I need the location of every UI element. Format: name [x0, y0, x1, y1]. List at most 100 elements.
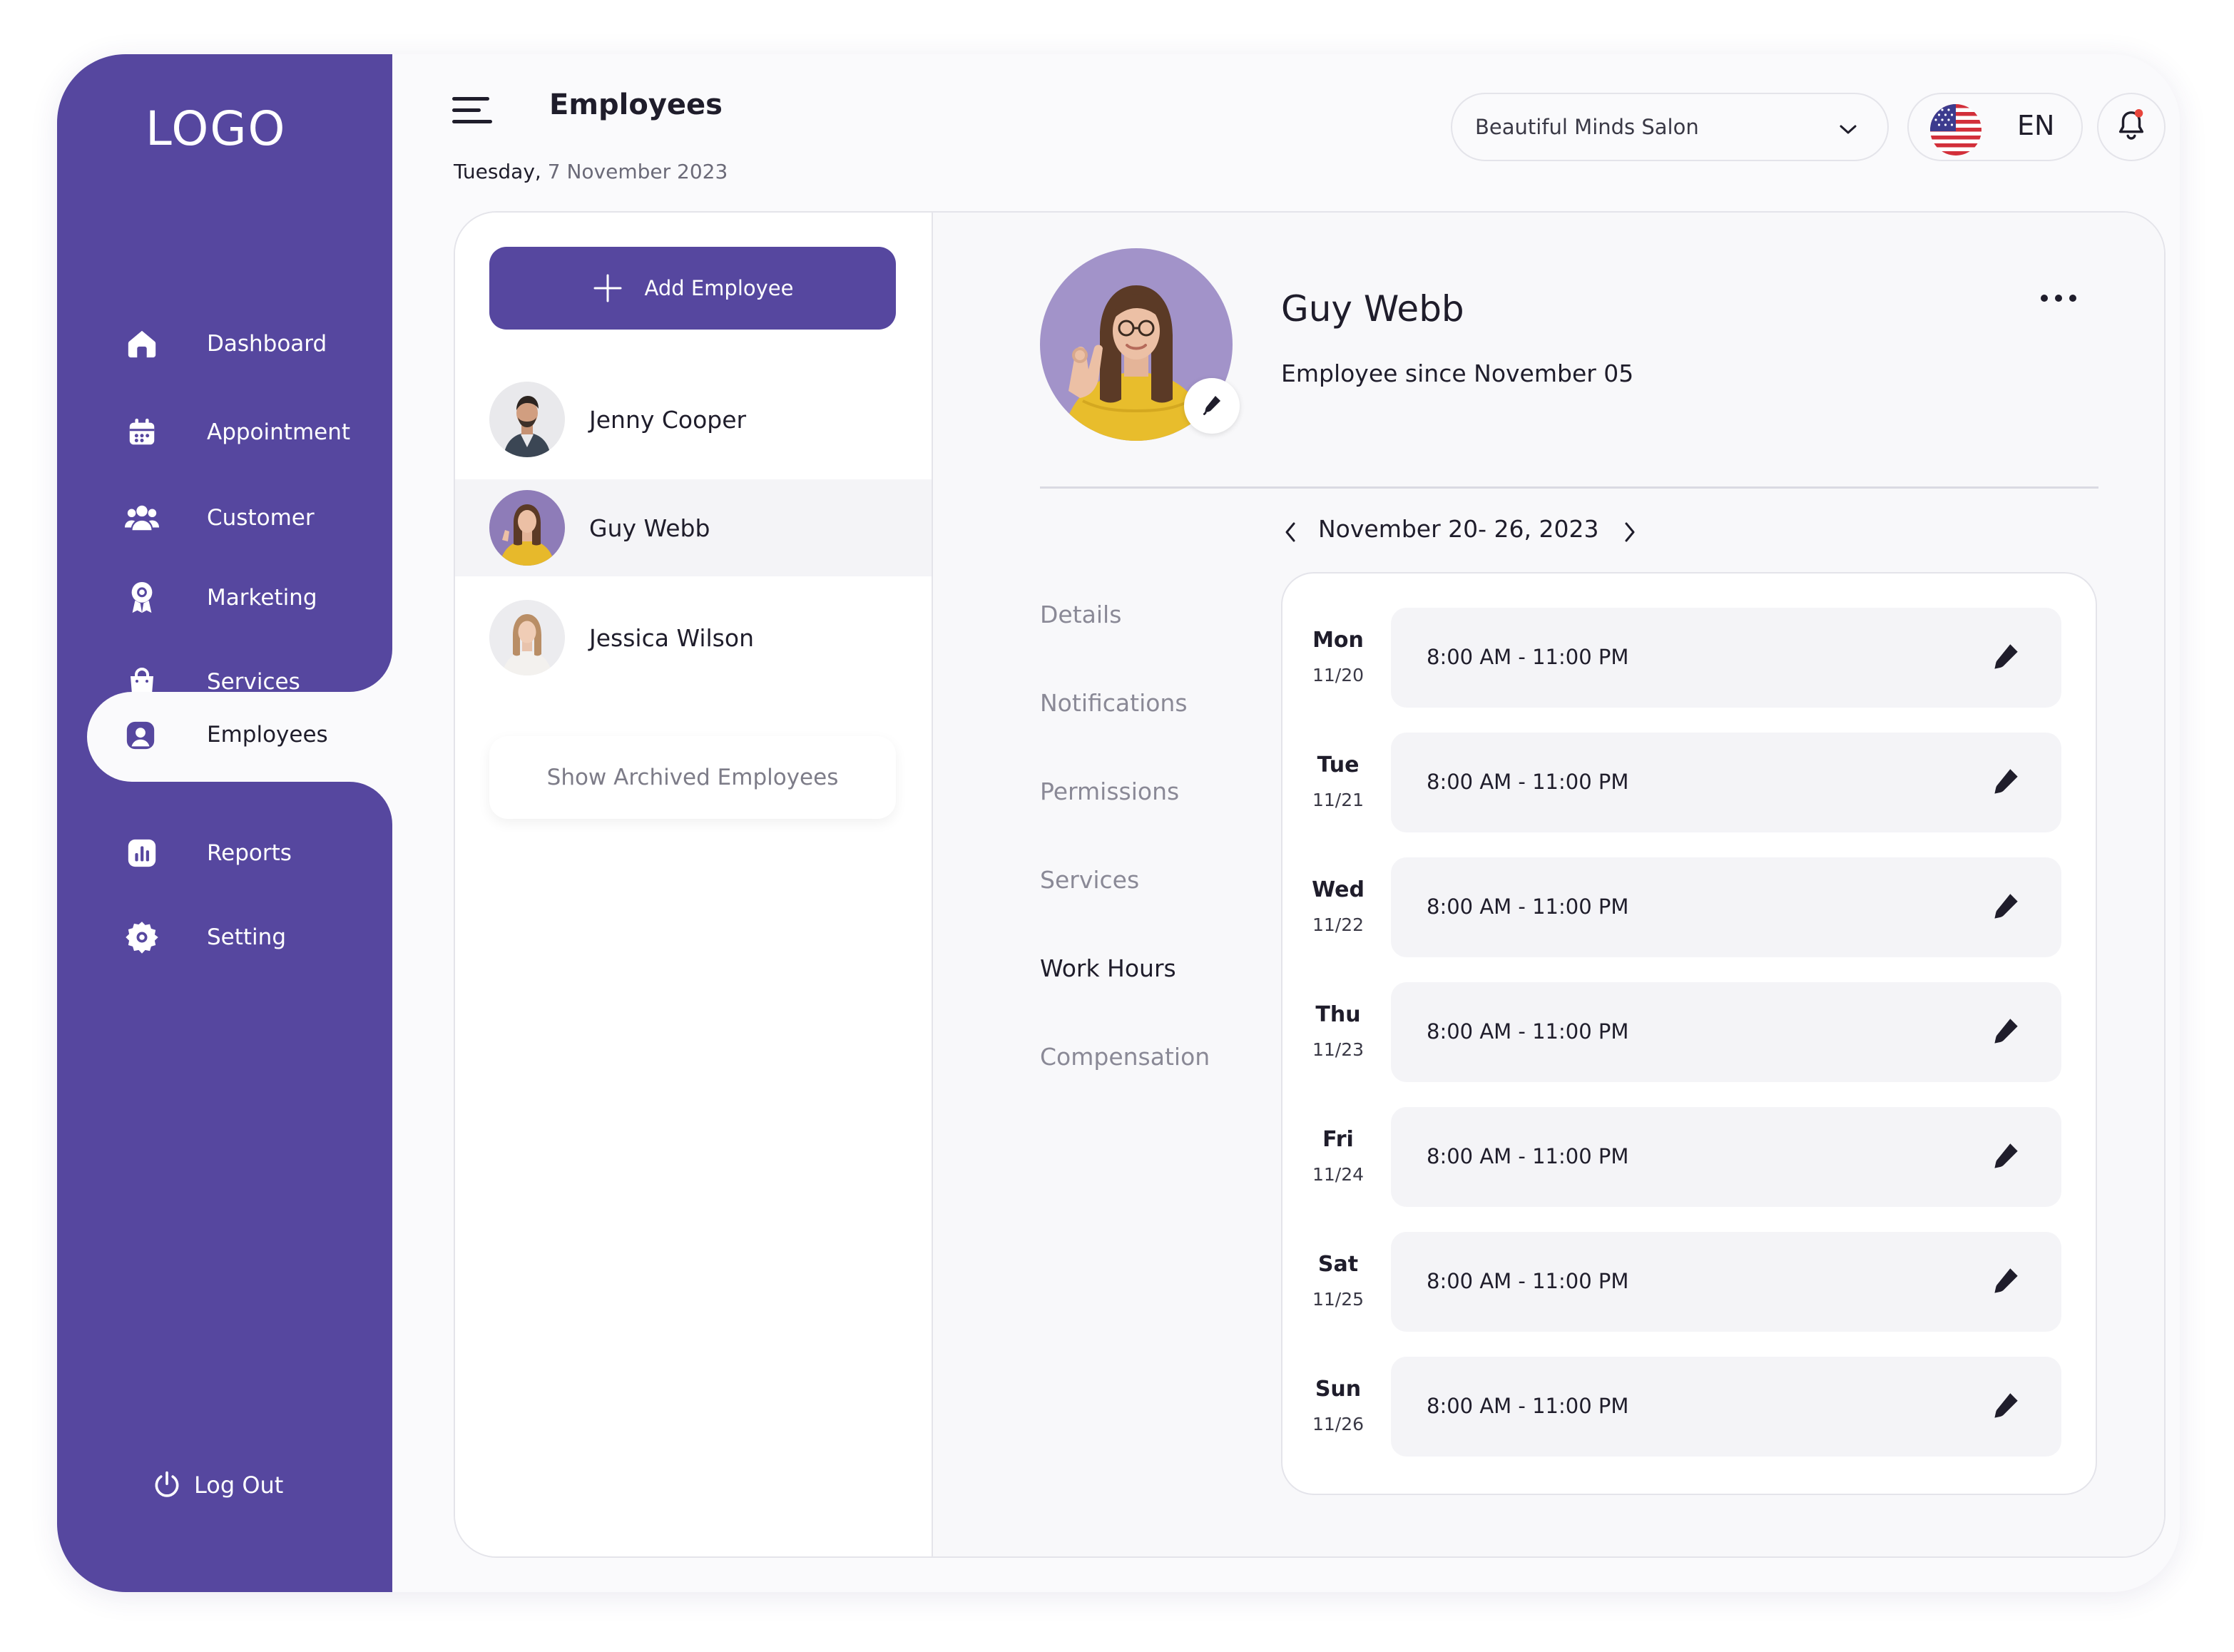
pen-icon[interactable] [1987, 1138, 2023, 1174]
previous-week-button[interactable] [1280, 519, 1301, 545]
time-slot[interactable]: 8:00 AM - 11:00 PM [1391, 857, 2061, 957]
employee-list-item[interactable]: Jessica Wilson [455, 589, 932, 686]
sidebar-item-label: Setting [207, 924, 286, 950]
time-range: 8:00 AM - 11:00 PM [1427, 1019, 1629, 1044]
work-hours-row: Sat 11/25 8:00 AM - 11:00 PM [1282, 1215, 2098, 1332]
work-hours-row: Sun 11/26 8:00 AM - 11:00 PM [1282, 1340, 2098, 1457]
add-employee-label: Add Employee [644, 276, 794, 300]
time-range: 8:00 AM - 11:00 PM [1427, 1144, 1629, 1168]
bar-chart-icon [124, 835, 160, 871]
day-date: 11/20 [1312, 665, 1365, 685]
bell-icon [2115, 108, 2148, 146]
pen-icon[interactable] [1987, 639, 2023, 675]
user-badge-icon [124, 719, 160, 755]
sidebar-item-label: Marketing [207, 585, 317, 611]
work-hours-row: Wed 11/22 8:00 AM - 11:00 PM [1282, 840, 2098, 957]
week-range-label: November 20- 26, 2023 [1318, 515, 1599, 543]
avatar [489, 490, 565, 566]
pen-icon[interactable] [1987, 1014, 2023, 1049]
work-hours-row: Tue 11/21 8:00 AM - 11:00 PM [1282, 715, 2098, 832]
tab-compensation[interactable]: Compensation [1040, 1043, 1210, 1071]
next-week-button[interactable] [1619, 519, 1641, 545]
time-range: 8:00 AM - 11:00 PM [1427, 645, 1629, 669]
day-name: Sat [1317, 1252, 1359, 1277]
tab-work-hours[interactable]: Work Hours [1040, 954, 1176, 982]
sidebar-item-label: Appointment [207, 419, 351, 445]
employee-name: Jessica Wilson [589, 623, 754, 652]
date-rest: 7 November 2023 [541, 160, 728, 183]
sidebar-item-dashboard[interactable]: Dashboard [57, 308, 392, 379]
chevron-right-icon [1619, 522, 1641, 548]
notifications-button[interactable] [2097, 93, 2166, 161]
salon-select[interactable]: Beautiful Minds Salon [1451, 93, 1889, 161]
active-tab-curve-top [350, 649, 392, 692]
work-hours-card: Mon 11/20 8:00 AM - 11:00 PM Tue 11/21 8… [1281, 572, 2097, 1495]
sidebar-item-customer[interactable]: Customer [57, 482, 392, 554]
sidebar-item-appointment[interactable]: Appointment [57, 397, 392, 468]
day-date: 11/26 [1312, 1414, 1365, 1434]
logout-button[interactable]: Log Out [151, 1469, 283, 1501]
time-slot[interactable]: 8:00 AM - 11:00 PM [1391, 982, 2061, 1082]
pen-icon[interactable] [1987, 889, 2023, 924]
menu-toggle-button[interactable] [451, 93, 494, 128]
show-archived-button[interactable]: Show Archived Employees [489, 736, 896, 819]
edit-photo-button[interactable] [1184, 378, 1240, 434]
employee-list-panel: Add Employee Jenny Cooper Guy Webb Jessi… [455, 213, 933, 1556]
pen-icon[interactable] [1987, 764, 2023, 800]
current-date: Tuesday, 7 November 2023 [454, 160, 728, 183]
date-day: Tuesday, [454, 160, 541, 183]
us-flag-icon [1930, 104, 1981, 155]
day-name: Sun [1315, 1377, 1362, 1402]
time-slot[interactable]: 8:00 AM - 11:00 PM [1391, 1232, 2061, 1332]
work-hours-row: Mon 11/20 8:00 AM - 11:00 PM [1282, 591, 2098, 708]
active-tab-curve-bottom [350, 782, 392, 825]
profile-name: Guy Webb [1281, 288, 1464, 330]
day-date: 11/23 [1312, 1039, 1365, 1060]
day-name: Mon [1312, 628, 1364, 653]
time-slot[interactable]: 8:00 AM - 11:00 PM [1391, 1357, 2061, 1457]
chevron-left-icon [1280, 522, 1301, 548]
tab-services[interactable]: Services [1040, 866, 1139, 894]
sidebar-item-label: Services [207, 669, 300, 695]
tab-details[interactable]: Details [1040, 601, 1121, 628]
sidebar-item-reports[interactable]: Reports [57, 817, 392, 889]
add-employee-button[interactable]: Add Employee [489, 247, 896, 330]
day-name: Fri [1322, 1127, 1354, 1152]
content-card: Add Employee Jenny Cooper Guy Webb Jessi… [454, 211, 2166, 1558]
chevron-down-icon [1837, 118, 1859, 136]
time-slot[interactable]: 8:00 AM - 11:00 PM [1391, 1107, 2061, 1207]
day-name: Tue [1317, 753, 1360, 777]
time-slot[interactable]: 8:00 AM - 11:00 PM [1391, 608, 2061, 708]
avatar [489, 600, 565, 675]
employee-detail-panel: Guy Webb Employee since November 05 Deta… [933, 213, 2164, 1556]
app-window: LOGO Dashboard Appointment Customer Mark… [57, 54, 2180, 1592]
sidebar-item-employees[interactable]: Employees [87, 692, 401, 782]
work-hours-row: Fri 11/24 8:00 AM - 11:00 PM [1282, 1090, 2098, 1207]
time-slot[interactable]: 8:00 AM - 11:00 PM [1391, 733, 2061, 832]
sidebar-item-label: Customer [207, 505, 315, 531]
divider [1040, 486, 2098, 489]
tab-notifications[interactable]: Notifications [1040, 689, 1188, 717]
sidebar-item-label: Employees [207, 722, 328, 748]
day-name: Thu [1315, 1002, 1361, 1027]
employee-list-item[interactable]: Jenny Cooper [455, 371, 932, 468]
gear-icon [124, 919, 160, 955]
pen-icon [1200, 392, 1224, 419]
day-date: 11/22 [1312, 914, 1365, 935]
more-options-button[interactable] [2039, 291, 2079, 305]
calendar-icon [124, 414, 160, 450]
sidebar: LOGO Dashboard Appointment Customer Mark… [57, 54, 392, 1592]
day-date: 11/25 [1312, 1289, 1365, 1310]
pen-icon[interactable] [1987, 1263, 2023, 1299]
day-date: 11/24 [1312, 1164, 1365, 1185]
sidebar-item-label: Dashboard [207, 331, 327, 357]
sidebar-item-marketing[interactable]: Marketing [57, 562, 392, 633]
tab-permissions[interactable]: Permissions [1040, 777, 1179, 805]
language-select[interactable]: EN [1907, 93, 2083, 161]
pen-icon[interactable] [1987, 1388, 2023, 1424]
employee-list-item[interactable]: Guy Webb [455, 479, 932, 576]
time-range: 8:00 AM - 11:00 PM [1427, 894, 1629, 919]
more-horizontal-icon [2039, 295, 2079, 308]
time-range: 8:00 AM - 11:00 PM [1427, 770, 1629, 794]
sidebar-item-setting[interactable]: Setting [57, 902, 392, 973]
